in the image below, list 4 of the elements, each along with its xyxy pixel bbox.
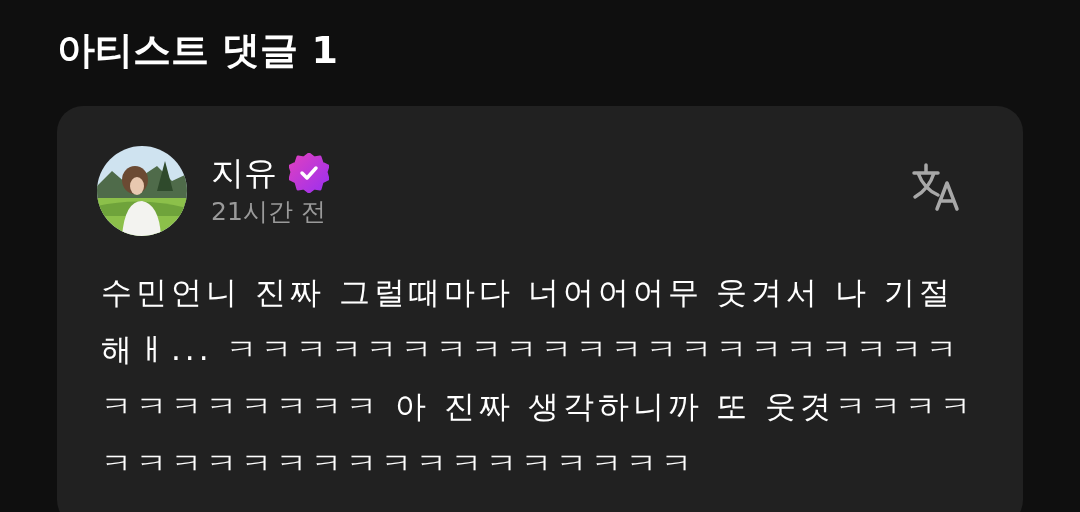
author-name: 지유	[211, 153, 277, 193]
comment-text: 수민언니 진짜 그럴때마다 너어어어무 웃겨서 나 기절해ㅐ... ㅋㅋㅋㅋㅋㅋㅋㅋㅋㅋㅋㅋㅋㅋㅋㅋㅋㅋㅋㅋㅋㅋㅋㅋㅋㅋㅋㅋㅋ 아 진짜 생각하니까 또 웃겻ㅋㅋㅋㅋㅋㅋㅋㅋㅋㅋㅋㅋㅋㅋㅋㅋㅋㅋㅋㅋㅋ	[101, 273, 977, 483]
section-title: 아티스트 댓글 1	[57, 27, 339, 74]
comment-time: 21시간 전	[211, 196, 327, 228]
